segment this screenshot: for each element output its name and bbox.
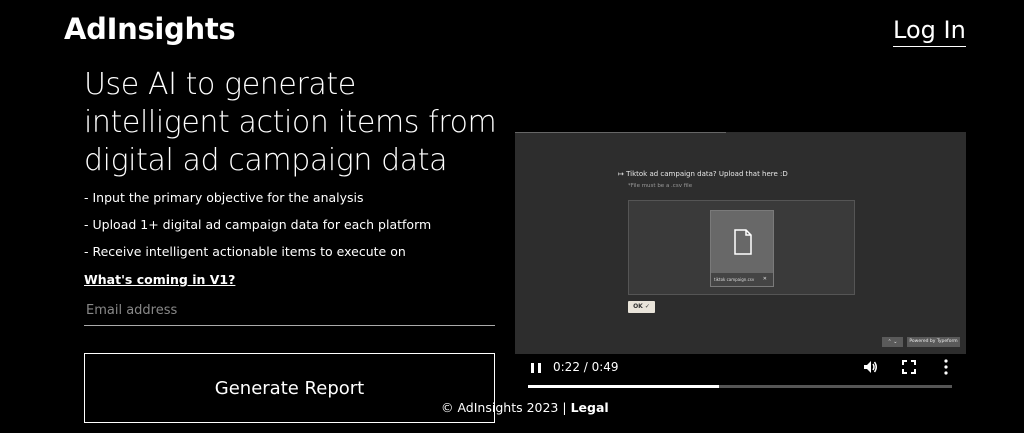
video-controls: 0:22 / 0:49 (515, 354, 966, 397)
hero-headline: Use AI to generate intelligent action it… (84, 67, 497, 178)
file-icon (734, 229, 752, 255)
video-time: 0:22 / 0:49 (553, 360, 619, 374)
email-input[interactable] (84, 296, 495, 326)
remove-file-icon: ✕ (762, 276, 767, 282)
video-top-edge (515, 132, 726, 133)
video-progress-fill (528, 385, 719, 388)
footer: © AdInsights 2023 | Legal (441, 400, 609, 415)
uploaded-file-card: tiktok campaign.csv ✕ (710, 210, 774, 287)
demo-video-player[interactable]: ↦ Tiktok ad campaign data? Upload that h… (515, 132, 966, 397)
fullscreen-icon[interactable] (902, 360, 916, 374)
typeform-nav-arrows: ⌃ ⌄ (882, 337, 903, 347)
brand-logo-text: AdInsights (64, 12, 236, 46)
generate-report-button[interactable]: Generate Report (84, 353, 495, 423)
typeform-badge: Powered by Typeform (907, 337, 960, 347)
arrow-icon: ↦ (618, 170, 627, 178)
login-link[interactable]: Log In (893, 16, 966, 47)
video-progress-bar[interactable] (528, 385, 952, 388)
file-dropzone: tiktok campaign.csv ✕ (628, 200, 855, 295)
volume-icon[interactable] (862, 359, 878, 375)
form-ok-button: OK ✓ (628, 301, 655, 313)
file-name-label: tiktok campaign.csv ✕ (711, 273, 773, 286)
legal-link[interactable]: Legal (571, 400, 609, 415)
pause-icon[interactable] (529, 361, 543, 375)
feature-list: - Input the primary objective for the an… (84, 190, 504, 271)
feature-item: - Upload 1+ digital ad campaign data for… (84, 217, 432, 232)
form-note: *File must be a .csv file (628, 183, 693, 189)
v1-roadmap-link[interactable]: What's coming in V1? (84, 272, 235, 287)
video-frame[interactable]: ↦ Tiktok ad campaign data? Upload that h… (515, 132, 966, 354)
form-prompt: ↦ Tiktok ad campaign data? Upload that h… (618, 170, 788, 178)
copyright-text: © AdInsights 2023 | (441, 400, 571, 415)
feature-item: - Receive intelligent actionable items t… (84, 244, 406, 259)
more-options-icon[interactable] (943, 359, 949, 375)
feature-item: - Input the primary objective for the an… (84, 190, 364, 205)
